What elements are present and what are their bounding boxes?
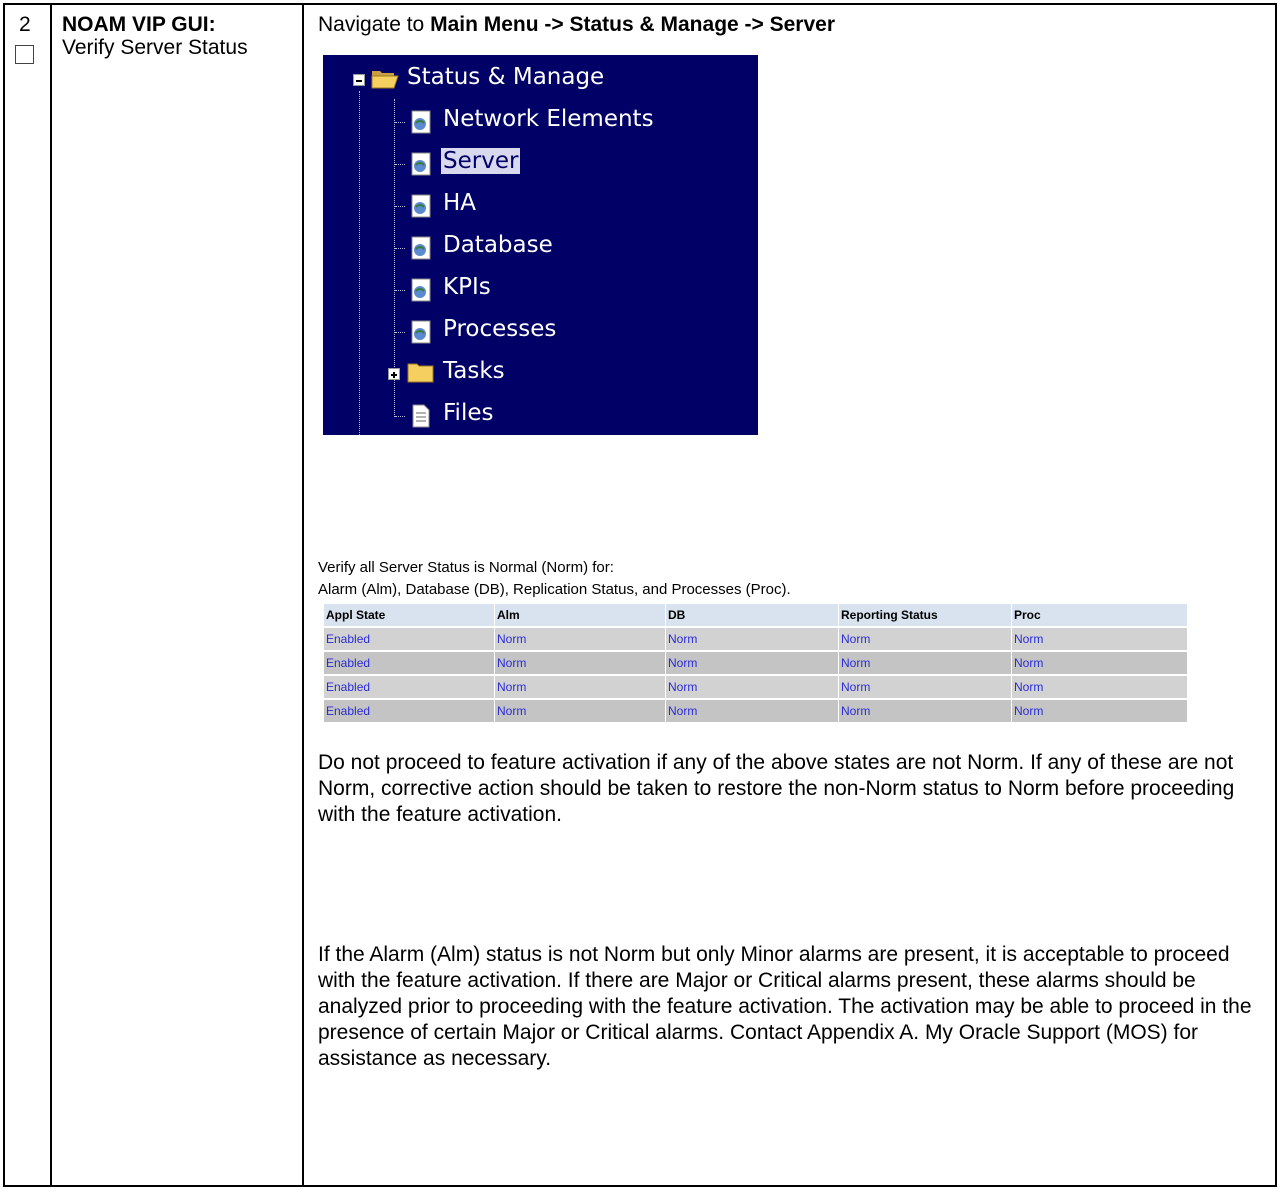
tree-branch <box>395 290 405 291</box>
file-icon <box>412 404 430 428</box>
header-alm[interactable]: Alm <box>495 604 666 626</box>
page-globe-icon <box>411 278 431 302</box>
cell-reporting-status[interactable]: Norm <box>839 628 1012 650</box>
header-appl-state[interactable]: Appl State <box>324 604 495 626</box>
navigation-instruction: Navigate to Main Menu -> Status & Manage… <box>318 13 835 37</box>
table-row: Enabled Norm Norm Norm Norm <box>324 628 1188 650</box>
tree-branch <box>395 206 405 207</box>
verify-line-1: Verify all Server Status is Normal (Norm… <box>318 559 614 576</box>
cell-db[interactable]: Norm <box>666 628 839 650</box>
menu-item-processes[interactable]: Processes <box>443 316 556 342</box>
tree-branch <box>395 416 405 417</box>
verify-line-2: Alarm (Alm), Database (DB), Replication … <box>318 581 791 598</box>
nav-path: Main Menu -> Status & Manage -> Server <box>430 13 836 36</box>
cell-reporting-status[interactable]: Norm <box>839 652 1012 674</box>
tree-branch <box>395 332 405 333</box>
cell-db[interactable]: Norm <box>666 652 839 674</box>
cell-appl-state[interactable]: Enabled <box>324 628 495 650</box>
collapse-toggle[interactable] <box>353 74 365 86</box>
menu-item-network-elements[interactable]: Network Elements <box>443 106 654 132</box>
cell-proc[interactable]: Norm <box>1012 652 1188 674</box>
page-globe-icon <box>411 320 431 344</box>
cell-appl-state[interactable]: Enabled <box>324 700 495 722</box>
procedure-table: 2 NOAM VIP GUI: Verify Server Status Nav… <box>3 3 1277 1187</box>
column-divider <box>50 5 52 1185</box>
menu-item-kpis[interactable]: KPIs <box>443 274 491 300</box>
page-globe-icon <box>411 194 431 218</box>
header-reporting-status[interactable]: Reporting Status <box>839 604 1012 626</box>
step-checkbox[interactable] <box>15 45 34 64</box>
page-globe-icon <box>411 110 431 134</box>
alarm-guidance-paragraph: If the Alarm (Alm) status is not Norm bu… <box>318 943 1252 1070</box>
server-status-table: Appl State Alm DB Reporting Status Proc … <box>324 602 1188 724</box>
cell-db[interactable]: Norm <box>666 676 839 698</box>
expand-toggle[interactable] <box>388 368 400 380</box>
menu-item-server[interactable]: Server <box>441 148 521 174</box>
cell-proc[interactable]: Norm <box>1012 628 1188 650</box>
step-title: NOAM VIP GUI: Verify Server Status <box>62 13 300 59</box>
table-header-row: Appl State Alm DB Reporting Status Proc <box>324 604 1188 626</box>
nav-prefix: Navigate to <box>318 13 431 36</box>
table-row: Enabled Norm Norm Norm Norm <box>324 652 1188 674</box>
menu-item-database[interactable]: Database <box>443 232 553 258</box>
tree-branch <box>395 122 405 123</box>
menu-item-tasks[interactable]: Tasks <box>443 358 505 384</box>
table-row: Enabled Norm Norm Norm Norm <box>324 700 1188 722</box>
table-row: Enabled Norm Norm Norm Norm <box>324 676 1188 698</box>
step-title-rest: Verify Server Status <box>62 36 248 59</box>
header-proc[interactable]: Proc <box>1012 604 1188 626</box>
cell-proc[interactable]: Norm <box>1012 700 1188 722</box>
cell-proc[interactable]: Norm <box>1012 676 1188 698</box>
column-divider <box>302 5 304 1185</box>
cell-alm[interactable]: Norm <box>495 700 666 722</box>
warning-paragraph: Do not proceed to feature activation if … <box>318 751 1235 826</box>
header-db[interactable]: DB <box>666 604 839 626</box>
cell-alm[interactable]: Norm <box>495 676 666 698</box>
tree-branch <box>395 248 405 249</box>
cell-alm[interactable]: Norm <box>495 652 666 674</box>
main-menu-tree: Status & Manage Network Elements Server … <box>323 55 758 435</box>
cell-alm[interactable]: Norm <box>495 628 666 650</box>
verify-instruction: Verify all Server Status is Normal (Norm… <box>318 557 791 601</box>
tree-branch <box>395 164 405 165</box>
cell-appl-state[interactable]: Enabled <box>324 676 495 698</box>
step-number: 2 <box>19 13 31 36</box>
menu-item-status-manage[interactable]: Status & Manage <box>407 64 604 90</box>
tree-guide-line <box>359 91 360 435</box>
menu-item-ha[interactable]: HA <box>443 190 476 216</box>
open-folder-icon <box>371 71 399 89</box>
page-globe-icon <box>411 236 431 260</box>
cell-appl-state[interactable]: Enabled <box>324 652 495 674</box>
cell-db[interactable]: Norm <box>666 700 839 722</box>
step-title-bold: NOAM VIP GUI: <box>62 13 216 36</box>
cell-reporting-status[interactable]: Norm <box>839 676 1012 698</box>
page-globe-icon <box>411 152 431 176</box>
cell-reporting-status[interactable]: Norm <box>839 700 1012 722</box>
menu-item-files[interactable]: Files <box>443 400 493 426</box>
folder-icon <box>407 363 434 383</box>
